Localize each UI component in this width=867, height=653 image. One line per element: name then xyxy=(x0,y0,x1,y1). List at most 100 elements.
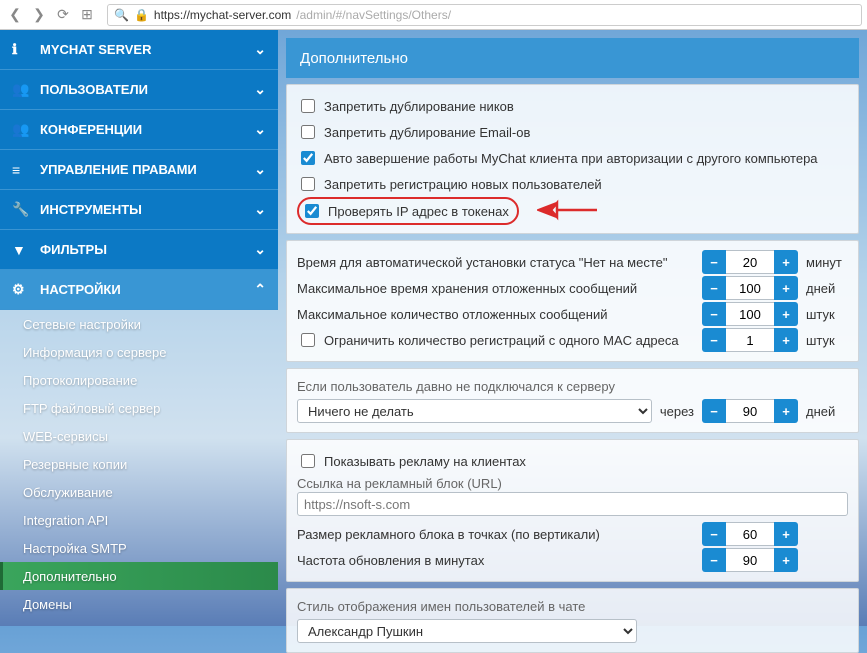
offmsg-cnt-unit: штук xyxy=(806,307,848,322)
sidebar-item-tools[interactable]: 🔧ИНСТРУМЕНТЫ⌄ xyxy=(0,190,278,230)
sidebar-item-mychat-server[interactable]: ℹ MYCHAT SERVER ⌄ xyxy=(0,30,278,70)
check-dup-email[interactable]: Запретить дублирование Email-ов xyxy=(297,122,530,142)
sidebar-item-label: MYCHAT SERVER xyxy=(40,42,151,57)
minus-button[interactable]: − xyxy=(702,250,726,274)
subitem-others[interactable]: Дополнительно xyxy=(0,562,278,590)
offmsg-time-unit: дней xyxy=(806,281,848,296)
nav-apps-icon[interactable]: ⊞ xyxy=(77,5,97,25)
sidebar-item-users[interactable]: 👥ПОЛЬЗОВАТЕЛИ⌄ xyxy=(0,70,278,110)
chevron-down-icon: ⌄ xyxy=(254,41,266,58)
main-content: Дополнительно Запретить дублирование ник… xyxy=(278,30,867,626)
check-noreg[interactable]: Запретить регистрацию новых пользователе… xyxy=(297,174,602,194)
subitem-backup[interactable]: Резервные копии xyxy=(0,450,278,478)
inactive-label: Если пользователь давно не подключался к… xyxy=(297,379,848,394)
gear-icon: ⚙ xyxy=(12,281,32,298)
panel-inactive: Если пользователь давно не подключался к… xyxy=(286,368,859,433)
chevron-up-icon: ⌃ xyxy=(254,281,266,298)
mac-spinner: −+ xyxy=(702,328,798,352)
mac-value[interactable] xyxy=(726,328,774,352)
check-dup-nick[interactable]: Запретить дублирование ников xyxy=(297,96,514,116)
ad-size-value[interactable] xyxy=(726,522,774,546)
check-dup-email-input[interactable] xyxy=(301,125,315,139)
subitem-logging[interactable]: Протоколирование xyxy=(0,366,278,394)
subitem-ftp[interactable]: FTP файловый сервер xyxy=(0,394,278,422)
subitem-web[interactable]: WEB-сервисы xyxy=(0,422,278,450)
sidebar-item-conferences[interactable]: 👥 КОНФЕРЕНЦИИ ⌄ xyxy=(0,110,278,150)
check-mac[interactable]: Ограничить количество регистраций с одно… xyxy=(297,330,694,350)
chevron-down-icon: ⌄ xyxy=(254,201,266,218)
sidebar-item-label: УПРАВЛЕНИЕ ПРАВАМИ xyxy=(40,162,197,177)
inactive-value[interactable] xyxy=(726,399,774,423)
subitem-label: Настройка SMTP xyxy=(23,541,127,556)
minus-button[interactable]: − xyxy=(702,276,726,300)
users-icon: 👥 xyxy=(12,81,32,98)
offmsg-time-label: Максимальное время хранения отложенных с… xyxy=(297,281,694,296)
check-label: Запретить регистрацию новых пользователе… xyxy=(324,177,602,192)
subitem-serverinfo[interactable]: Информация о сервере xyxy=(0,338,278,366)
minus-button[interactable]: − xyxy=(702,522,726,546)
nav-fwd-icon[interactable]: ❯ xyxy=(29,5,49,25)
subitem-maintenance[interactable]: Обслуживание xyxy=(0,478,278,506)
inactive-select[interactable]: Ничего не делать xyxy=(297,399,652,423)
chevron-down-icon: ⌄ xyxy=(254,161,266,178)
ad-url-label: Ссылка на рекламный блок (URL) xyxy=(297,476,848,491)
info-icon: ℹ xyxy=(12,41,32,58)
offmsg-cnt-spinner: −+ xyxy=(702,302,798,326)
check-label: Авто завершение работы MyChat клиента пр… xyxy=(324,151,818,166)
plus-button[interactable]: + xyxy=(774,302,798,326)
subitem-smtp[interactable]: Настройка SMTP xyxy=(0,534,278,562)
offmsg-time-spinner: −+ xyxy=(702,276,798,300)
sidebar: ℹ MYCHAT SERVER ⌄ 👥ПОЛЬЗОВАТЕЛИ⌄ 👥 КОНФЕРЕН… xyxy=(0,30,278,626)
subitem-integration[interactable]: Integration API xyxy=(0,506,278,534)
away-value[interactable] xyxy=(726,250,774,274)
through-label: через xyxy=(660,404,694,419)
sidebar-item-label: КОНФЕРЕНЦИИ xyxy=(40,122,142,137)
check-checkip-input[interactable] xyxy=(305,204,319,218)
offmsg-time-value[interactable] xyxy=(726,276,774,300)
plus-button[interactable]: + xyxy=(774,276,798,300)
check-autologout[interactable]: Авто завершение работы MyChat клиента пр… xyxy=(297,148,818,168)
check-show-ad[interactable]: Показывать рекламу на клиентах xyxy=(297,451,526,471)
check-autologout-input[interactable] xyxy=(301,151,315,165)
sidebar-item-settings[interactable]: ⚙НАСТРОЙКИ⌃ xyxy=(0,270,278,310)
ad-url-input[interactable] xyxy=(297,492,848,516)
ad-size-label: Размер рекламного блока в точках (по вер… xyxy=(297,527,694,542)
offmsg-cnt-value[interactable] xyxy=(726,302,774,326)
minus-button[interactable]: − xyxy=(702,328,726,352)
sidebar-item-label: ФИЛЬТРЫ xyxy=(40,242,107,257)
minus-button[interactable]: − xyxy=(702,399,726,423)
check-label: Показывать рекламу на клиентах xyxy=(324,454,526,469)
namestyle-select[interactable]: Александр Пушкин xyxy=(297,619,637,643)
sidebar-item-filters[interactable]: ▼ФИЛЬТРЫ⌄ xyxy=(0,230,278,270)
check-label: Проверять IP адрес в токенах xyxy=(328,204,509,219)
url-host: https://mychat-server.com xyxy=(154,8,291,22)
sidebar-item-rights[interactable]: ≡УПРАВЛЕНИЕ ПРАВАМИ⌄ xyxy=(0,150,278,190)
minus-button[interactable]: − xyxy=(702,548,726,572)
check-checkip[interactable]: Проверять IP адрес в токенах xyxy=(301,201,509,221)
ad-freq-value[interactable] xyxy=(726,548,774,572)
subitem-domains[interactable]: Домены xyxy=(0,590,278,618)
check-show-ad-input[interactable] xyxy=(301,454,315,468)
check-mac-input[interactable] xyxy=(301,333,315,347)
inactive-unit: дней xyxy=(806,404,848,419)
check-noreg-input[interactable] xyxy=(301,177,315,191)
annotation-arrow-icon xyxy=(537,201,597,221)
group-icon: 👥 xyxy=(12,121,32,138)
panel-ads: Показывать рекламу на клиентах Ссылка на… xyxy=(286,439,859,582)
check-label: Запретить дублирование ников xyxy=(324,99,514,114)
subitem-network[interactable]: Сетевые настройки xyxy=(0,310,278,338)
plus-button[interactable]: + xyxy=(774,548,798,572)
nav-back-icon[interactable]: ❮ xyxy=(5,5,25,25)
address-bar[interactable]: 🔍 🔒 https://mychat-server.com/admin/#/na… xyxy=(107,4,862,26)
plus-button[interactable]: + xyxy=(774,328,798,352)
check-dup-nick-input[interactable] xyxy=(301,99,315,113)
plus-button[interactable]: + xyxy=(774,250,798,274)
mac-unit: штук xyxy=(806,333,848,348)
plus-button[interactable]: + xyxy=(774,399,798,423)
chevron-down-icon: ⌄ xyxy=(254,121,266,138)
subitem-label: Сетевые настройки xyxy=(23,317,141,332)
minus-button[interactable]: − xyxy=(702,302,726,326)
nav-reload-icon[interactable]: ⟳ xyxy=(53,5,73,25)
away-label: Время для автоматической установки стату… xyxy=(297,255,694,270)
plus-button[interactable]: + xyxy=(774,522,798,546)
